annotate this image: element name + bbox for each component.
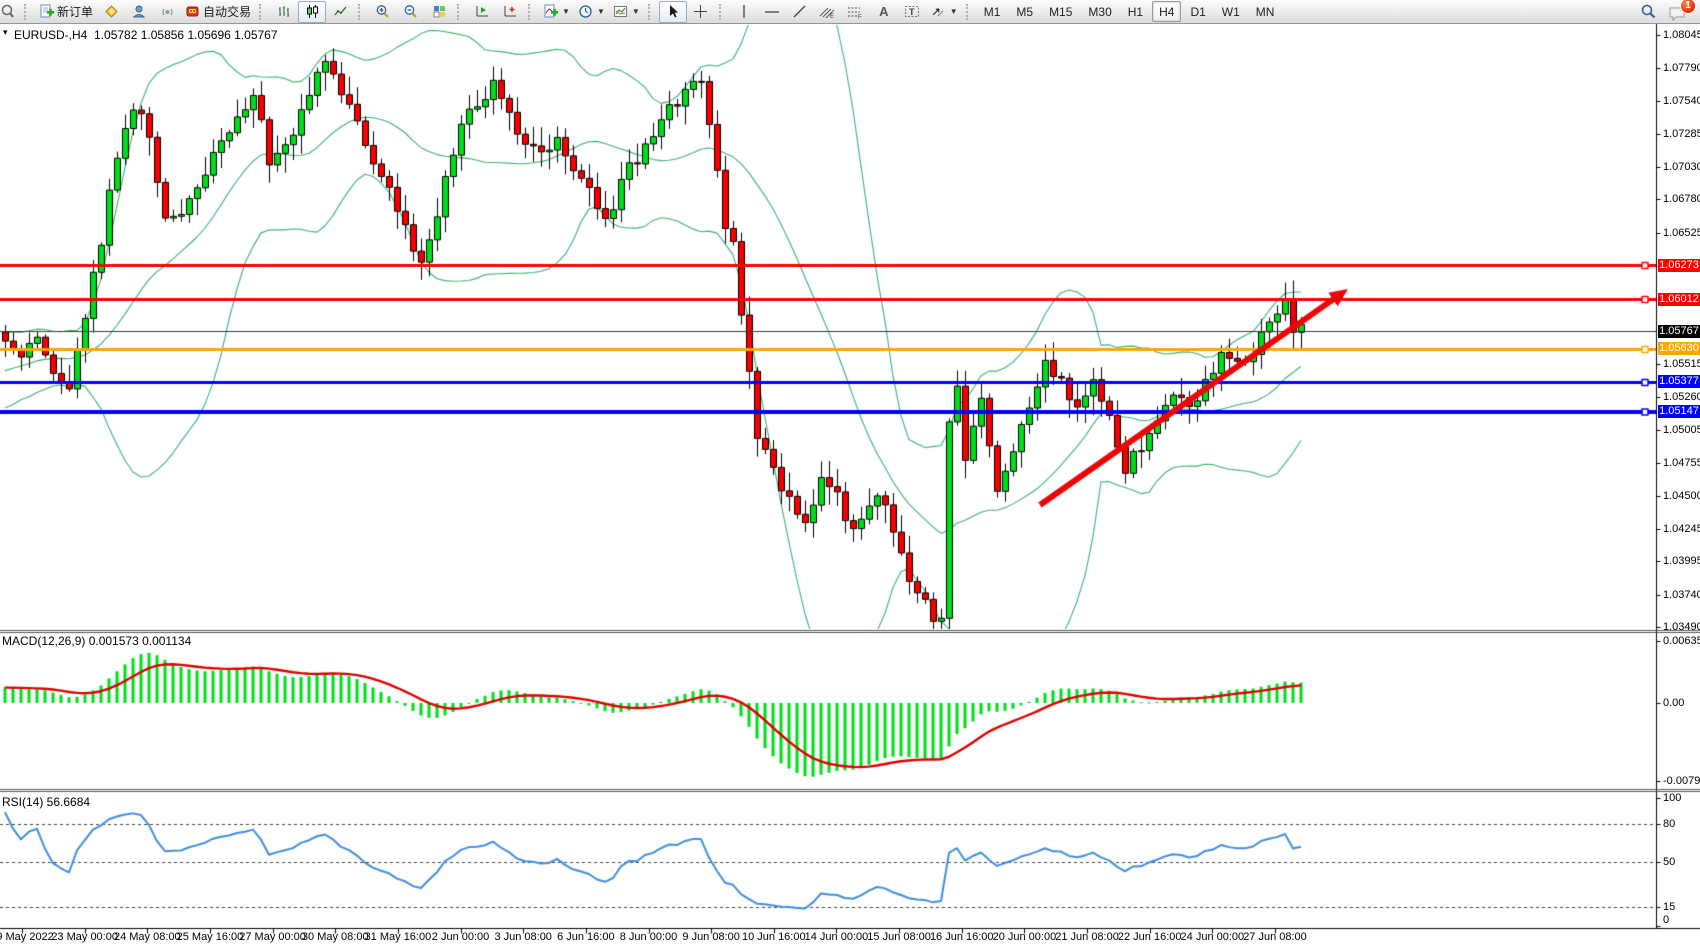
toolbar-handle[interactable] — [719, 4, 726, 20]
autotrading-button[interactable]: 自动交易 — [181, 1, 255, 23]
pane-divider-macd[interactable] — [0, 629, 1656, 634]
fibonacci-tool-button[interactable]: F — [842, 1, 870, 23]
notification-badge: 1 — [1680, 0, 1696, 14]
main-toolbar: 新订单 自动交易 ▼ ▼ — [0, 0, 1700, 24]
indicators-dropdown-button[interactable]: ▼ — [539, 1, 574, 23]
trendline-tool-button[interactable] — [786, 1, 814, 23]
autotrading-robot-icon — [185, 4, 200, 19]
search-icon — [1640, 3, 1657, 20]
search-button[interactable] — [1634, 1, 1662, 23]
magnifier-partial-icon — [0, 4, 14, 19]
price-axis[interactable] — [1657, 24, 1700, 928]
arrow-objects-icon — [930, 4, 946, 19]
bar-chart-icon — [277, 4, 292, 19]
timeframe-m15[interactable]: M15 — [1042, 1, 1079, 22]
new-order-button[interactable]: 新订单 — [35, 1, 97, 23]
dropdown-caret-icon: ▼ — [562, 8, 570, 16]
text-label-icon: T — [904, 4, 920, 19]
timeframe-m30[interactable]: M30 — [1081, 1, 1118, 22]
svg-text:T: T — [909, 7, 915, 17]
templates-dropdown-button[interactable]: ▼ — [609, 1, 644, 23]
text-tool-icon: A — [879, 4, 888, 19]
vertical-line-icon — [738, 4, 750, 19]
dropdown-caret-icon: ▼ — [597, 8, 605, 16]
timeframe-h1[interactable]: H1 — [1121, 1, 1150, 22]
cursor-tool-button[interactable] — [659, 1, 687, 23]
zoom-in-icon — [375, 4, 391, 19]
notifications-button[interactable]: 1 — [1668, 2, 1690, 22]
timeframe-h4[interactable]: H4 — [1152, 1, 1181, 22]
market-watch-button[interactable] — [125, 1, 153, 23]
toolbar-handle[interactable] — [966, 4, 973, 20]
time-axis[interactable] — [0, 929, 1700, 945]
chart-shift-icon — [503, 4, 518, 19]
toolbar-handle[interactable] — [648, 4, 655, 20]
template-chart-icon — [613, 4, 628, 19]
text-tool-button[interactable]: A — [870, 1, 898, 23]
timeframe-m1[interactable]: M1 — [977, 1, 1008, 22]
svg-text:F: F — [858, 15, 862, 20]
new-order-icon — [39, 4, 54, 19]
timeframe-m5[interactable]: M5 — [1009, 1, 1040, 22]
chart-canvas[interactable] — [0, 0, 1700, 945]
toolbar-handle[interactable] — [24, 4, 31, 20]
broadcast-icon — [160, 4, 175, 19]
horizontal-line-tool-button[interactable] — [758, 1, 786, 23]
text-label-tool-button[interactable]: T — [898, 1, 926, 23]
clipped-left-icon[interactable] — [0, 1, 20, 23]
dropdown-caret-icon: ▼ — [632, 8, 640, 16]
zoom-out-icon — [403, 4, 419, 19]
timeframe-group: M1M5M15M30H1H4D1W1MN — [977, 1, 1282, 22]
line-chart-mode-button[interactable] — [326, 1, 354, 23]
svg-text:E: E — [830, 14, 834, 19]
bar-chart-mode-button[interactable] — [270, 1, 298, 23]
vertical-line-tool-button[interactable] — [730, 1, 758, 23]
line-chart-icon — [333, 4, 348, 19]
toolbar-handle[interactable] — [457, 4, 464, 20]
toolbar-right-group: 1 — [1634, 1, 1698, 23]
crosshair-tool-button[interactable] — [687, 1, 715, 23]
toolbar-handle[interactable] — [528, 4, 535, 20]
toolbar-handle[interactable] — [358, 4, 365, 20]
equidistant-channel-icon: E — [819, 4, 836, 19]
market-watch-icon — [132, 4, 147, 19]
clock-icon — [578, 4, 593, 19]
pane-divider-rsi[interactable] — [0, 788, 1656, 793]
timeframe-w1[interactable]: W1 — [1215, 1, 1247, 22]
tile-windows-button[interactable] — [425, 1, 453, 23]
auto-scroll-icon — [475, 4, 490, 19]
zoom-in-button[interactable] — [369, 1, 397, 23]
timeframe-d1[interactable]: D1 — [1183, 1, 1212, 22]
timeframe-mn[interactable]: MN — [1249, 1, 1282, 22]
new-chart-button[interactable] — [97, 1, 125, 23]
horizontal-line-icon — [764, 4, 780, 19]
candlestick-mode-button[interactable] — [298, 1, 326, 23]
cursor-icon — [666, 4, 680, 19]
autotrading-label: 自动交易 — [203, 3, 251, 20]
fibonacci-icon: F — [847, 4, 864, 19]
channel-tool-button[interactable]: E — [814, 1, 842, 23]
period-dropdown-button[interactable]: ▼ — [574, 1, 609, 23]
arrows-dropdown-button[interactable]: ▼ — [926, 1, 962, 23]
new-order-label: 新订单 — [57, 3, 93, 20]
tile-windows-icon — [432, 4, 447, 19]
crosshair-icon — [693, 4, 708, 19]
trendline-icon — [792, 4, 807, 19]
add-indicator-icon — [543, 4, 558, 19]
signals-button[interactable] — [153, 1, 181, 23]
dropdown-caret-icon: ▼ — [950, 8, 958, 16]
gold-gem-icon — [104, 4, 119, 19]
chart-shift-button[interactable] — [496, 1, 524, 23]
toolbar-handle[interactable] — [259, 4, 266, 20]
zoom-out-button[interactable] — [397, 1, 425, 23]
candlestick-icon — [305, 4, 320, 19]
auto-scroll-button[interactable] — [468, 1, 496, 23]
